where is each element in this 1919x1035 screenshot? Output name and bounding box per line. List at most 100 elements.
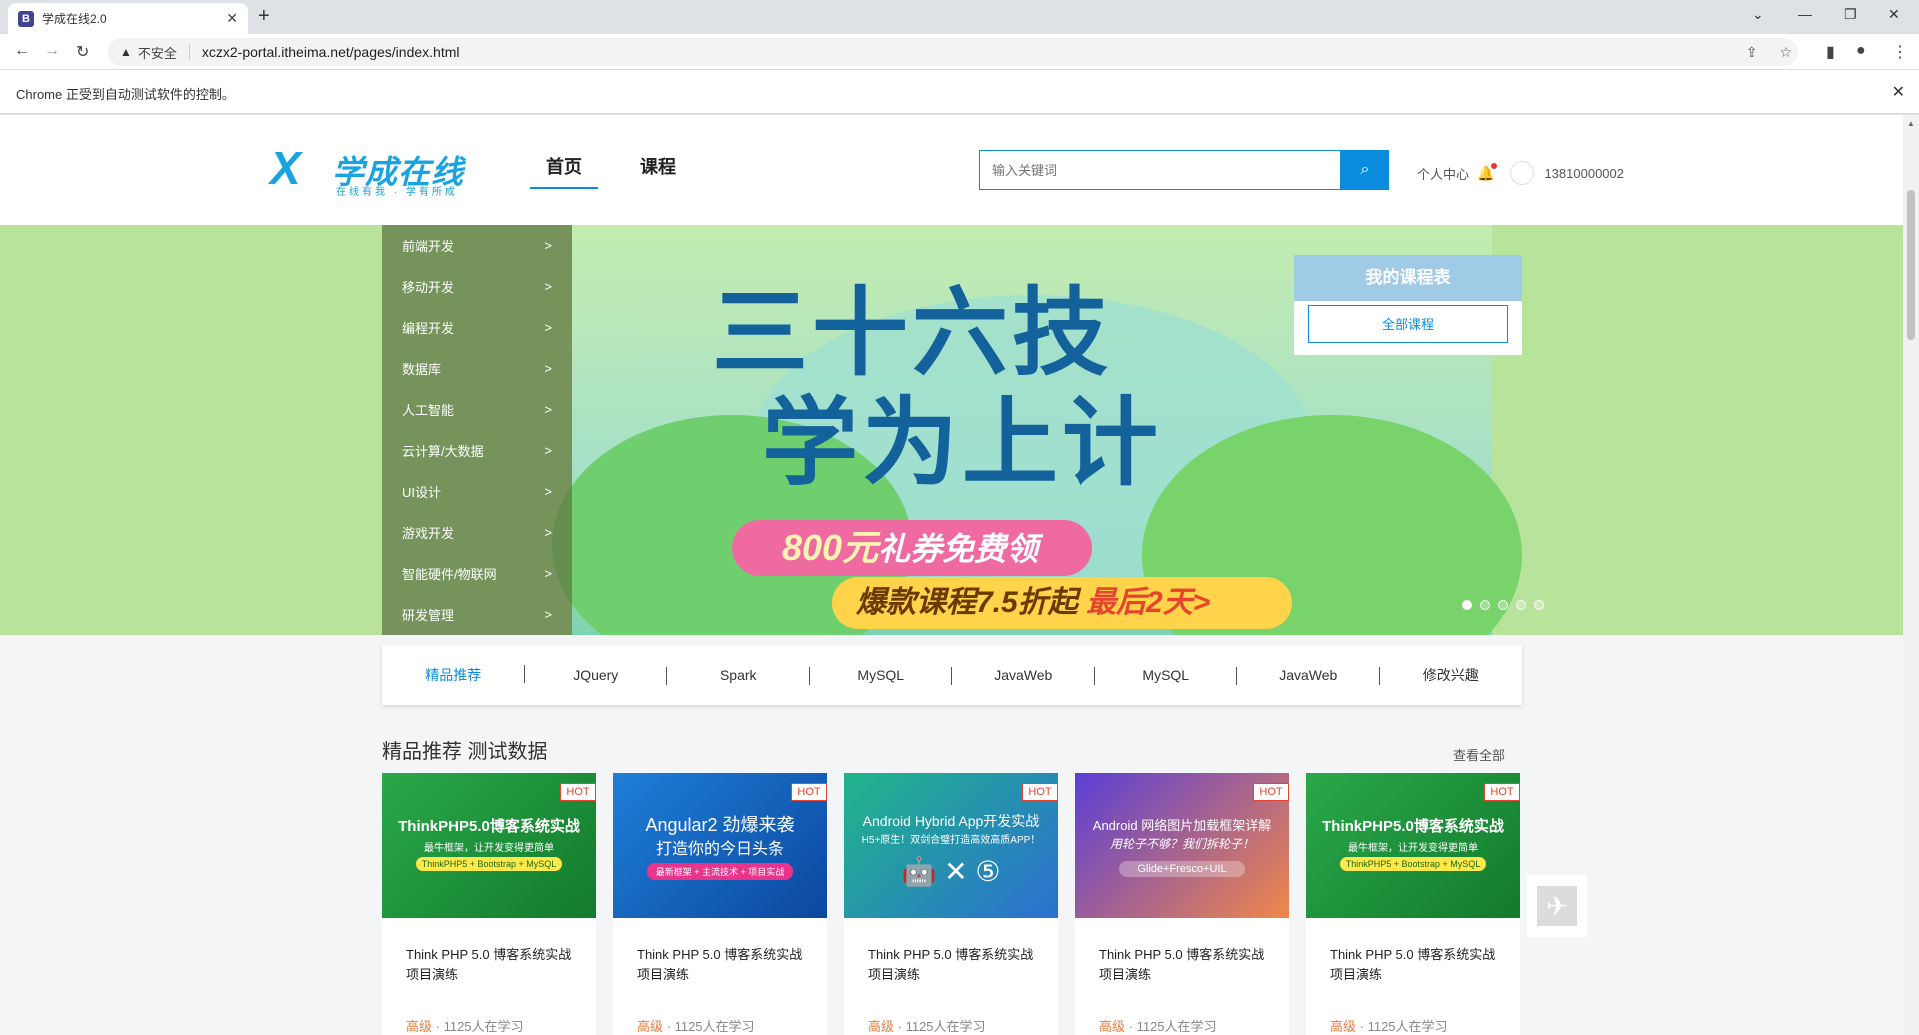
category-item[interactable]: 编程开发 > <box>382 307 572 348</box>
bookmark-star-icon[interactable]: ☆ <box>1779 44 1792 61</box>
category-item[interactable]: 前端开发 > <box>382 225 572 266</box>
scroll-up-icon[interactable]: ▲ <box>1907 119 1915 128</box>
omnibox-icons: ⇪ ☆ <box>1746 44 1792 61</box>
interest-tab[interactable]: Spark <box>667 667 810 685</box>
course-title[interactable]: Think PHP 5.0 博客系统实战项目演练 <box>868 945 1038 985</box>
course-cover[interactable]: HOT Android 网络图片加载框架详解 用轮子不够？我们拆轮子！ Glid… <box>1075 773 1289 918</box>
course-title[interactable]: Think PHP 5.0 博客系统实战项目演练 <box>637 945 807 985</box>
android-html5-icons: 🤖 ✕ ⑤ <box>901 856 1001 887</box>
course-title[interactable]: Think PHP 5.0 博客系统实战项目演练 <box>406 945 576 985</box>
category-label: 编程开发 <box>402 321 455 336</box>
chevron-right-icon: > <box>544 402 552 417</box>
logo-slogan: 在线有我 · 学有所成 <box>336 187 458 198</box>
bell-icon[interactable]: 🔔 <box>1477 162 1498 182</box>
course-card[interactable]: HOT Angular2 劲爆来袭 打造你的今日头条 最新框架 + 主流技术 +… <box>613 773 827 1035</box>
back-to-top[interactable]: ✈ <box>1527 875 1587 937</box>
reload-icon[interactable]: ↻ <box>76 42 89 62</box>
category-label: 游戏开发 <box>402 526 455 541</box>
category-label: 智能硬件/物联网 <box>402 567 497 582</box>
nav-home[interactable]: 首页 <box>530 153 598 189</box>
category-item[interactable]: 智能硬件/物联网 > <box>382 553 572 594</box>
back-icon[interactable]: ← <box>14 42 30 60</box>
forward-icon[interactable]: → <box>44 42 60 60</box>
course-level: 高级 <box>406 1019 433 1034</box>
course-title[interactable]: Think PHP 5.0 博客系统实战项目演练 <box>1099 945 1269 985</box>
sidepanel-icon[interactable]: ▮ <box>1826 42 1835 62</box>
interest-tab[interactable]: JQuery <box>525 667 668 685</box>
interest-tab[interactable]: MySQL <box>810 667 953 685</box>
search-icon: ⌕ <box>1360 161 1370 178</box>
warning-icon: ▲ <box>120 45 132 59</box>
nav-courses[interactable]: 课程 <box>624 153 692 189</box>
course-cover[interactable]: HOT ThinkPHP5.0博客系统实战 最牛框架，让开发变得更简单 Thin… <box>1306 773 1520 918</box>
course-cover[interactable]: HOT Android Hybrid App开发实战 H5+原生！双剑合璧打造高… <box>844 773 1058 918</box>
airplane-icon: ✈ <box>1537 886 1577 926</box>
category-item[interactable]: UI设计 > <box>382 471 572 512</box>
course-cover[interactable]: HOT ThinkPHP5.0博客系统实战 最牛框架，让开发变得更简单 Thin… <box>382 773 596 918</box>
interest-tab[interactable]: JavaWeb <box>952 667 1095 685</box>
interest-tab[interactable]: JavaWeb <box>1237 667 1380 685</box>
browser-tab[interactable]: B 学成在线2.0 ✕ <box>8 3 248 34</box>
chevron-right-icon: > <box>544 361 552 376</box>
restore-icon[interactable]: ❐ <box>1844 6 1857 23</box>
all-courses-button[interactable]: 全部课程 <box>1308 305 1508 343</box>
omnibox[interactable]: ▲ 不安全 xczx2-portal.itheima.net/pages/ind… <box>108 38 1798 66</box>
category-label: 人工智能 <box>402 403 455 418</box>
menu-kebab-icon[interactable]: ⋮ <box>1892 42 1908 62</box>
search-button[interactable]: ⌕ <box>1341 150 1389 190</box>
window-close-icon[interactable]: ✕ <box>1888 6 1900 23</box>
search-input[interactable] <box>979 150 1341 190</box>
share-icon[interactable]: ⇪ <box>1746 44 1758 61</box>
carousel-dot[interactable] <box>1516 600 1526 610</box>
interest-tab[interactable]: MySQL <box>1095 667 1238 685</box>
category-item[interactable]: 人工智能 > <box>382 389 572 430</box>
category-item[interactable]: 游戏开发 > <box>382 512 572 553</box>
interest-tab[interactable]: 精品推荐 <box>382 665 525 685</box>
category-item[interactable]: 数据库 > <box>382 348 572 389</box>
tab-close-icon[interactable]: ✕ <box>226 10 238 27</box>
course-learners: · 1125人在学习 <box>663 1019 755 1034</box>
notification-dot <box>1491 162 1498 169</box>
automation-notice: Chrome 正受到自动测试软件的控制。 <box>16 87 235 102</box>
cover-subtitle: 打造你的今日头条 <box>655 841 784 858</box>
edit-interests-tab[interactable]: 修改兴趣 <box>1380 665 1523 685</box>
site-logo[interactable]: X 学成在线 在线有我 · 学有所成 <box>270 145 470 198</box>
new-tab-icon[interactable]: + <box>258 5 270 28</box>
infobar-close-icon[interactable]: ✕ <box>1892 82 1905 102</box>
course-level: 高级 <box>637 1019 664 1034</box>
banner-headline-2: 学为上计 <box>762 387 1162 499</box>
tab-search-icon[interactable]: ⌄ <box>1752 6 1764 23</box>
course-learners: · 1125人在学习 <box>1125 1019 1217 1034</box>
course-cover[interactable]: HOT Angular2 劲爆来袭 打造你的今日头条 最新框架 + 主流技术 +… <box>613 773 827 918</box>
hot-badge: HOT <box>1253 783 1289 801</box>
category-item[interactable]: 云计算/大数据 > <box>382 430 572 471</box>
view-all-link[interactable]: 查看全部 <box>1453 745 1505 764</box>
category-item[interactable]: 移动开发 > <box>382 266 572 307</box>
course-card[interactable]: HOT ThinkPHP5.0博客系统实战 最牛框架，让开发变得更简单 Thin… <box>1306 773 1520 1035</box>
carousel-dot[interactable] <box>1480 600 1490 610</box>
url-text[interactable]: xczx2-portal.itheima.net/pages/index.htm… <box>202 44 460 60</box>
scrollbar-thumb[interactable] <box>1907 190 1915 340</box>
course-card[interactable]: HOT ThinkPHP5.0博客系统实战 最牛框架，让开发变得更简单 Thin… <box>382 773 596 1035</box>
cover-tag: ThinkPHP5 + Bootstrap + MySQL <box>416 857 562 871</box>
category-item[interactable]: 研发管理 > <box>382 594 572 635</box>
automation-infobar: Chrome 正受到自动测试软件的控制。 ✕ <box>0 70 1919 114</box>
carousel-dot[interactable] <box>1534 600 1544 610</box>
profile-icon[interactable]: ● <box>1856 42 1866 60</box>
personal-center-link[interactable]: 个人中心 <box>1417 164 1469 183</box>
course-meta: 高级 · 1125人在学习 <box>406 1016 524 1035</box>
page-scrollbar[interactable]: ▲ <box>1903 115 1919 1035</box>
minimize-icon[interactable]: — <box>1798 6 1812 22</box>
cover-tag: ThinkPHP5 + Bootstrap + MySQL <box>1340 857 1486 871</box>
user-phone[interactable]: 13810000002 <box>1544 166 1624 181</box>
chevron-right-icon: > <box>544 607 552 622</box>
carousel-dot[interactable] <box>1462 600 1472 610</box>
course-card[interactable]: HOT Android 网络图片加载框架详解 用轮子不够？我们拆轮子！ Glid… <box>1075 773 1289 1035</box>
cover-title: Android 网络图片加载框架详解 <box>1092 818 1272 833</box>
carousel-dot[interactable] <box>1498 600 1508 610</box>
address-bar: ← → ↻ ▲ 不安全 xczx2-portal.itheima.net/pag… <box>0 34 1919 70</box>
course-title[interactable]: Think PHP 5.0 博客系统实战项目演练 <box>1330 945 1500 985</box>
avatar[interactable] <box>1510 161 1535 185</box>
course-card[interactable]: HOT Android Hybrid App开发实战 H5+原生！双剑合璧打造高… <box>844 773 1058 1035</box>
carousel-dots <box>1462 600 1544 610</box>
